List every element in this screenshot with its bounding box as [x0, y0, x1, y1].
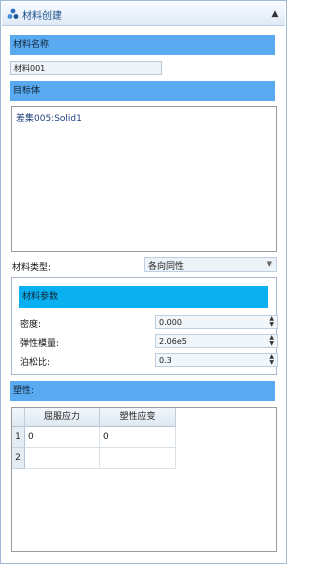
- row-header[interactable]: 2: [12, 448, 25, 469]
- row-header[interactable]: 1: [12, 427, 25, 448]
- spin-arrows-icon[interactable]: ▲ ▼: [269, 354, 274, 366]
- table-cell[interactable]: 0: [25, 427, 100, 448]
- chevron-down-icon[interactable]: ▼: [267, 260, 272, 268]
- poisson-ratio-label: 泊松比:: [20, 358, 51, 368]
- column-header-yield-stress[interactable]: 屈服应力: [25, 408, 100, 427]
- spin-arrows-icon[interactable]: ▲ ▼: [269, 335, 274, 347]
- plasticity-header: 塑性:: [10, 381, 275, 401]
- elastic-modulus-label: 弹性模量:: [20, 339, 60, 349]
- chevron-up-icon[interactable]: ▲: [268, 7, 282, 21]
- table-cell[interactable]: 0: [100, 427, 176, 448]
- elastic-modulus-value: 2.06e5: [159, 337, 187, 346]
- density-spinbox[interactable]: 0.000 ▲ ▼: [155, 315, 278, 329]
- column-header-plastic-strain[interactable]: 塑性应变: [100, 408, 176, 427]
- material-type-select[interactable]: 各向同性 ▼: [144, 257, 277, 272]
- material-name-header: 材料名称: [10, 35, 275, 55]
- table-corner: [12, 408, 25, 427]
- material-icon: [7, 8, 19, 19]
- poisson-ratio-value: 0.3: [159, 356, 172, 365]
- table-cell[interactable]: [100, 448, 176, 469]
- material-type-value: 各向同性: [148, 262, 185, 272]
- material-params-group: 材料参数 密度: 0.000 ▲ ▼ 弹性模量: 2.06e5 ▲ ▼ 泊松比: 0…: [11, 277, 278, 375]
- table-cell[interactable]: [25, 448, 100, 469]
- poisson-ratio-spinbox[interactable]: 0.3 ▲ ▼: [155, 353, 278, 367]
- material-create-panel: 材料创建 ▲ 材料名称 材料001 目标体 差集005:Solid1 材料类型:…: [0, 0, 287, 564]
- elastic-modulus-spinbox[interactable]: 2.06e5 ▲ ▼: [155, 334, 278, 348]
- density-label: 密度:: [20, 320, 42, 330]
- spin-arrows-icon[interactable]: ▲ ▼: [269, 316, 274, 328]
- panel-titlebar: 材料创建 ▲: [2, 2, 285, 26]
- material-params-header: 材料参数: [19, 286, 268, 308]
- panel-title: 材料创建: [22, 11, 62, 22]
- target-body-header: 目标体: [10, 81, 275, 101]
- target-body-list[interactable]: 差集005:Solid1: [11, 106, 277, 252]
- material-name-input[interactable]: 材料001: [10, 61, 162, 75]
- material-type-label: 材料类型:: [12, 263, 52, 273]
- plasticity-table: 屈服应力 塑性应变 1 0 0 2: [11, 407, 277, 552]
- density-value: 0.000: [159, 318, 182, 327]
- target-body-item[interactable]: 差集005:Solid1: [16, 111, 82, 124]
